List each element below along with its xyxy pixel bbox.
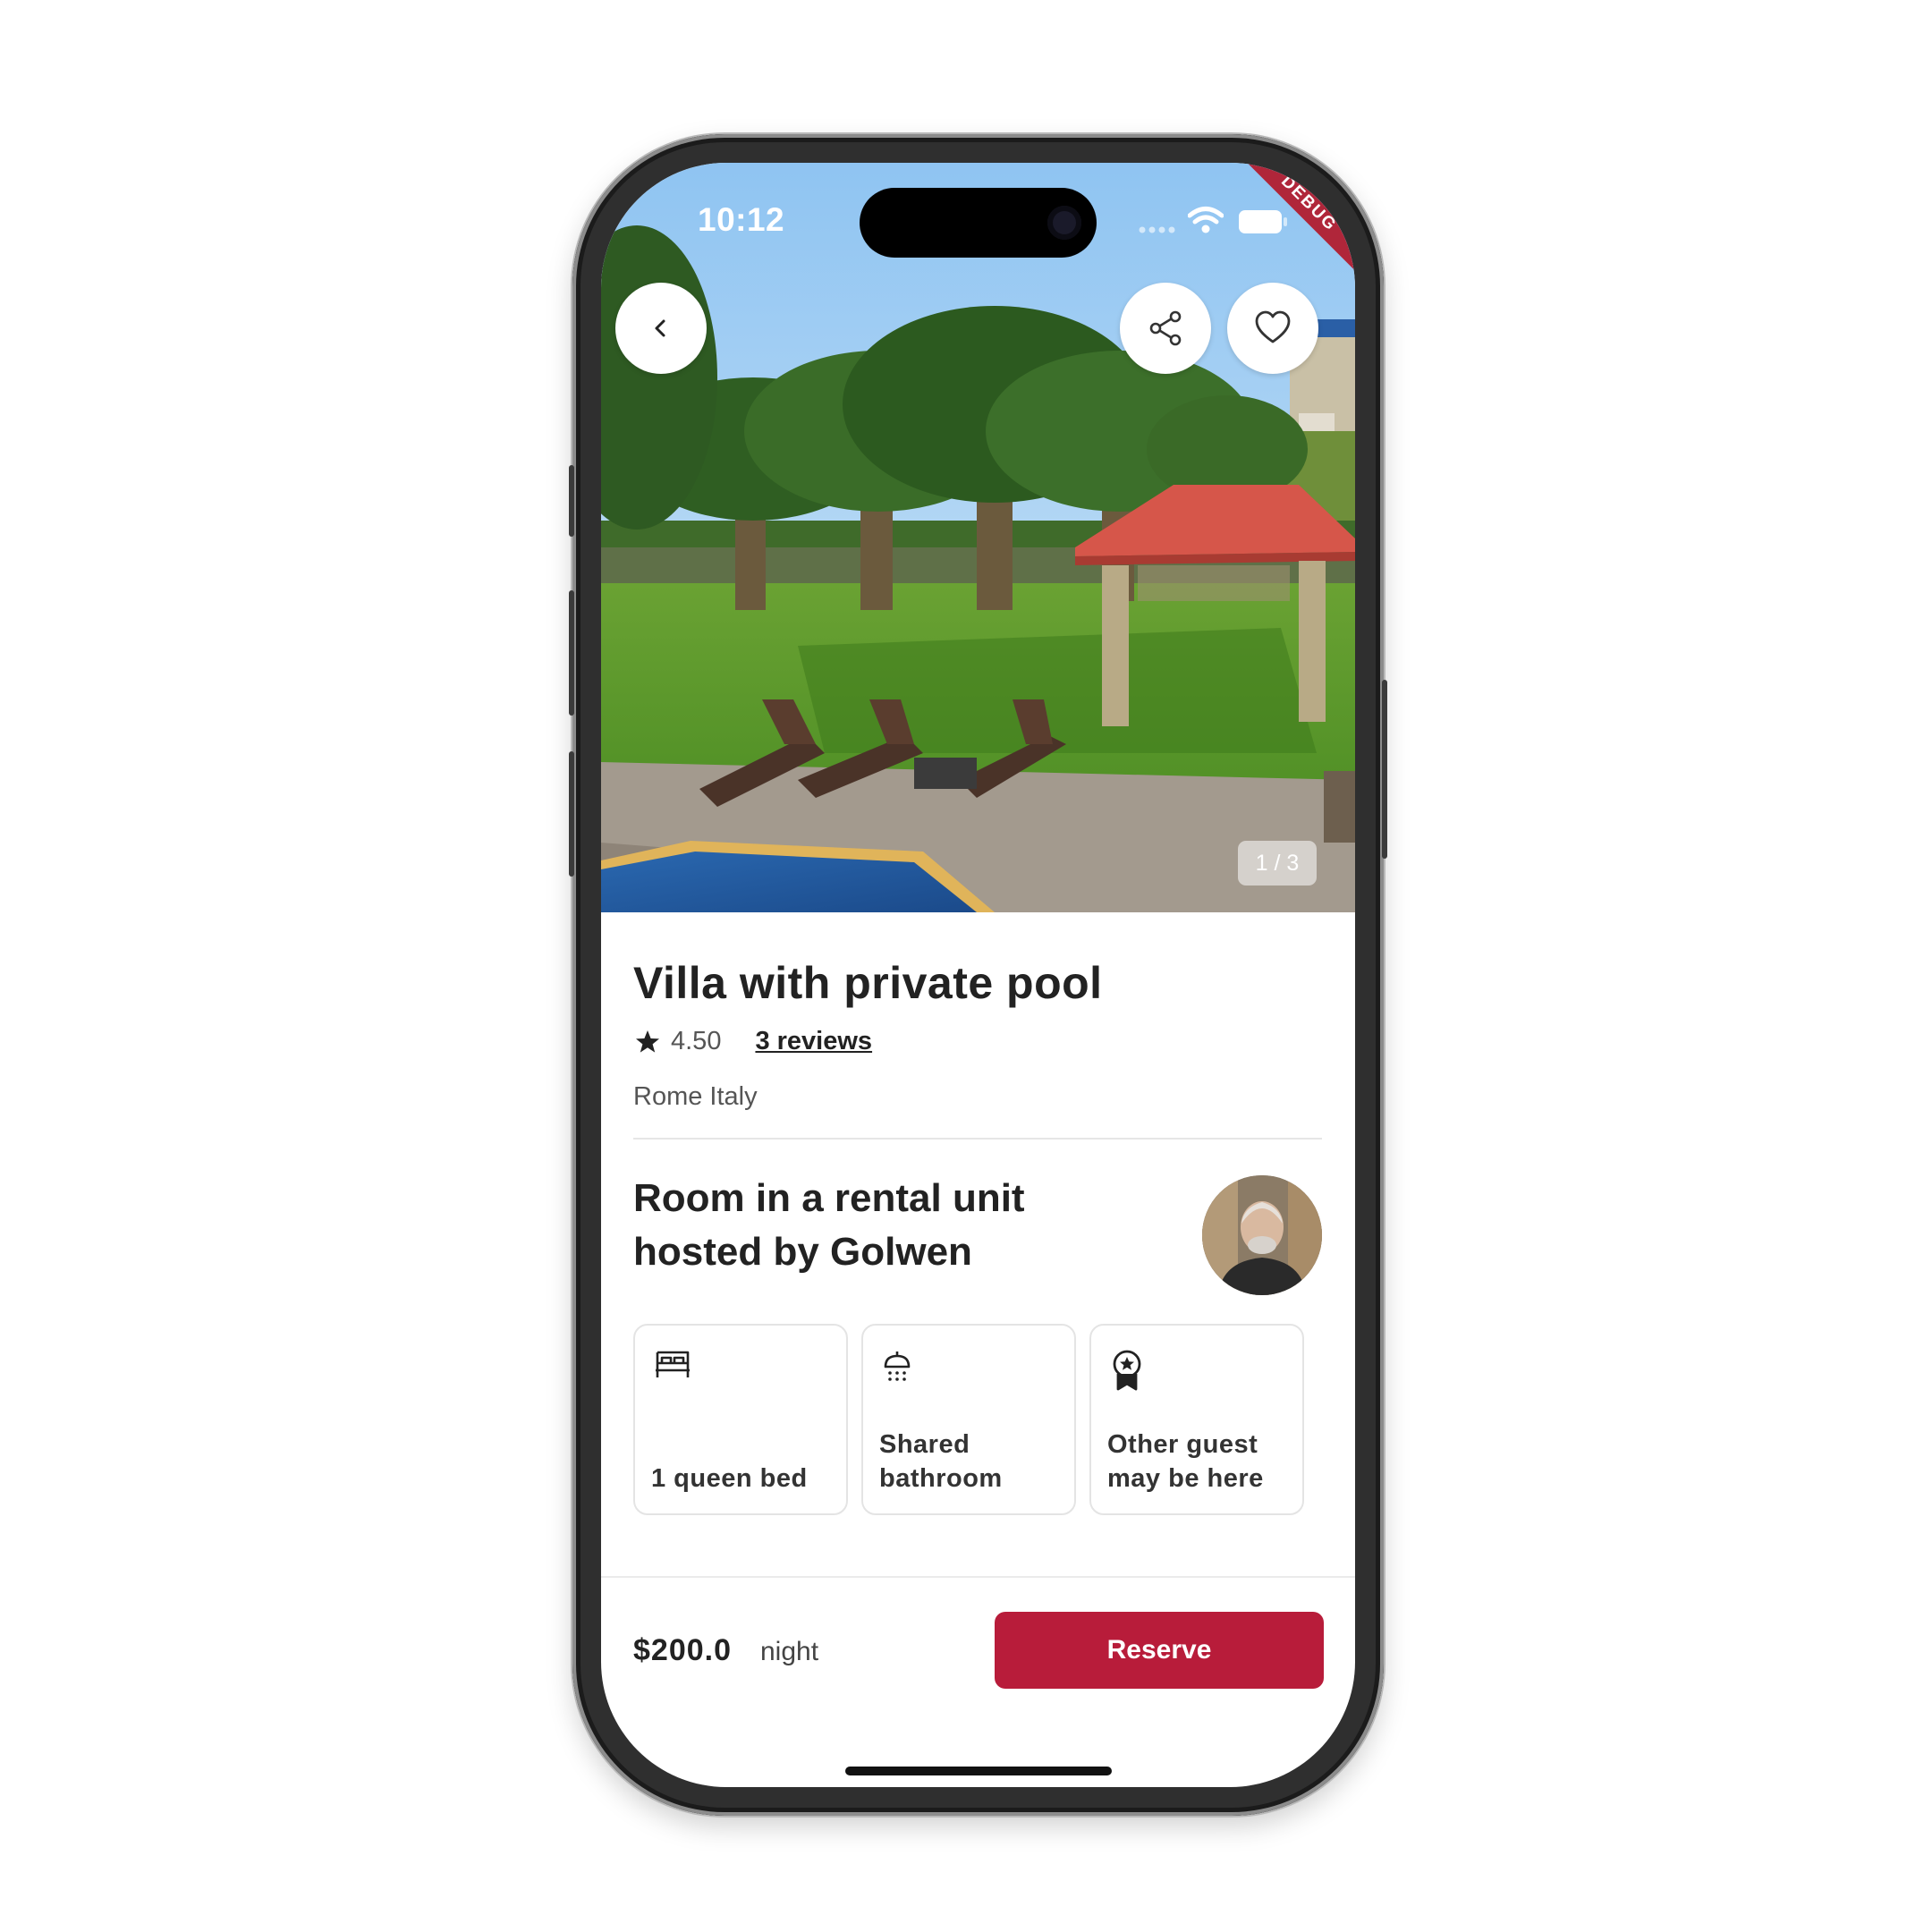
bottom-bar-divider (601, 1576, 1355, 1578)
feature-card-guests: Other guest may be here (1089, 1324, 1304, 1515)
shower-icon (884, 1352, 911, 1381)
award-icon (1113, 1350, 1141, 1391)
bed-icon (656, 1351, 690, 1377)
share-button[interactable] (1120, 283, 1211, 374)
section-divider (633, 1138, 1322, 1140)
favorite-button[interactable] (1227, 283, 1318, 374)
price-unit: night (760, 1637, 819, 1666)
app-screen: 10:12 DEBUG 1 / 3 Villa with private poo… (601, 163, 1355, 1787)
price-value: $200.0 (633, 1633, 732, 1667)
status-time: 10:12 (698, 201, 785, 238)
battery-icon (1239, 210, 1287, 233)
listing-location: Rome Italy (633, 1082, 758, 1111)
feature-label: Shared bathroom (879, 1430, 1003, 1493)
phone-action-button (569, 465, 574, 537)
wifi-icon (1188, 207, 1224, 233)
feature-card-bed: 1 queen bed (633, 1324, 848, 1515)
cellular-signal-icon (1139, 226, 1175, 233)
heart-icon (1255, 310, 1291, 343)
feature-card-bathroom: Shared bathroom (861, 1324, 1076, 1515)
host-avatar[interactable] (1202, 1175, 1322, 1295)
chevron-left-icon (655, 319, 665, 337)
front-camera (1047, 206, 1081, 240)
reserve-button[interactable]: Reserve (995, 1612, 1324, 1689)
listing-title: Villa with private pool (633, 958, 1103, 1008)
host-heading: Room in a rental unit hosted by Golwen (633, 1176, 1025, 1274)
photo-counter: 1 / 3 (1238, 841, 1317, 886)
feature-label: 1 queen bed (651, 1464, 808, 1493)
star-icon (636, 1030, 659, 1053)
dynamic-island (860, 188, 1097, 258)
rating-row: 4.50 3 reviews (633, 1027, 872, 1056)
home-indicator[interactable] (845, 1767, 1112, 1775)
phone-power-button (1382, 680, 1387, 859)
rating-value: 4.50 (671, 1027, 722, 1055)
listing-photo[interactable]: 10:12 DEBUG 1 / 3 (601, 163, 1355, 912)
listing-photo-illustration (601, 163, 1355, 912)
reviews-link[interactable]: 3 reviews (755, 1027, 872, 1056)
host-avatar-image (1202, 1175, 1322, 1295)
back-button[interactable] (615, 283, 707, 374)
phone-volume-down-button (569, 751, 574, 877)
phone-volume-up-button (569, 590, 574, 716)
feature-label: Other guest may be here (1107, 1430, 1264, 1493)
share-icon (1149, 310, 1182, 346)
